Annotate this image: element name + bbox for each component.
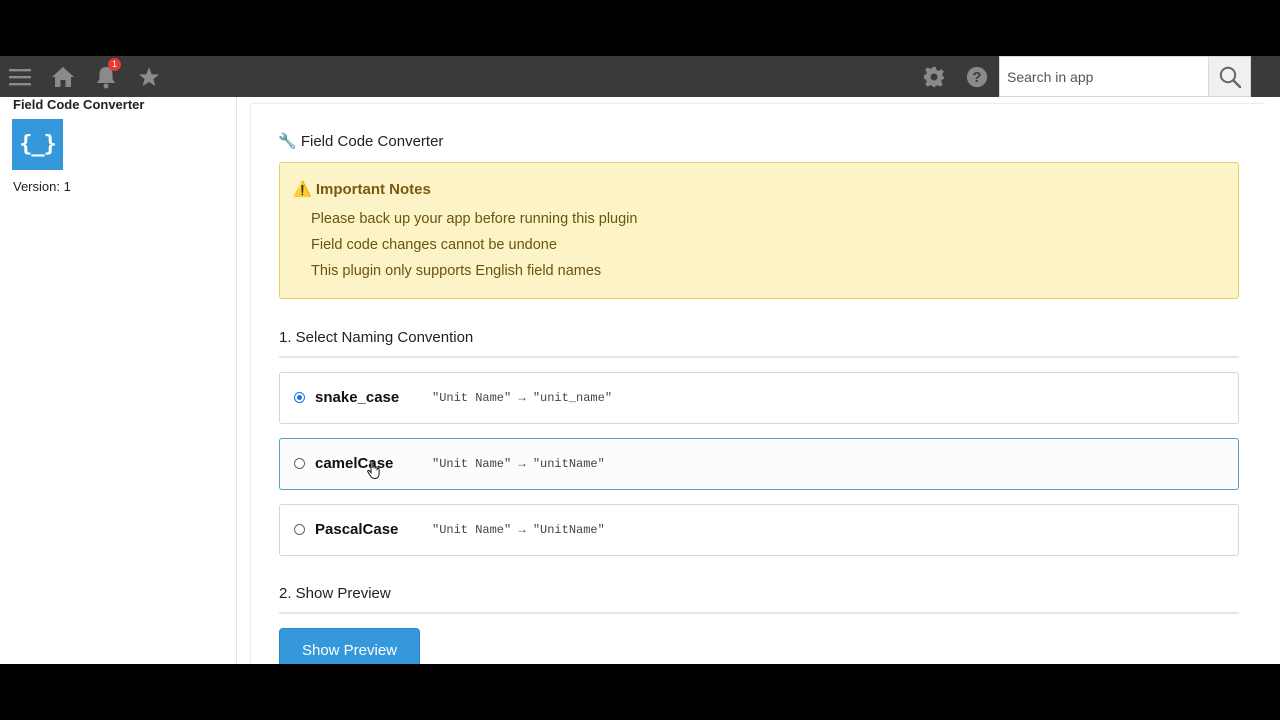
search-button[interactable] — [1209, 56, 1251, 97]
notes-item: This plugin only supports English field … — [311, 263, 602, 279]
radio-camel-case[interactable] — [294, 458, 305, 469]
plugin-logo-icon: {_} — [12, 119, 63, 170]
radio-snake-case[interactable] — [294, 392, 305, 403]
option-camel-case[interactable]: camelCase "Unit Name" → "unitName" — [279, 438, 1239, 490]
plugin-version: Version: 1 — [13, 179, 71, 194]
search-input[interactable] — [1000, 67, 1204, 86]
option-example: "Unit Name" → "UnitName" — [432, 523, 605, 537]
option-example: "Unit Name" → "unit_name" — [432, 391, 613, 405]
option-pascal-case[interactable]: PascalCase "Unit Name" → "UnitName" — [279, 504, 1239, 556]
section-divider — [279, 612, 1239, 614]
search-icon — [1219, 66, 1241, 88]
section-heading-preview: 2. Show Preview — [279, 585, 391, 602]
notes-item: Please back up your app before running t… — [311, 211, 638, 227]
letterbox-bottom — [0, 664, 1280, 720]
letterbox-top — [0, 0, 1280, 56]
home-icon[interactable] — [50, 56, 76, 97]
notifications-icon[interactable]: 1 — [94, 56, 121, 97]
menu-icon[interactable] — [6, 56, 34, 97]
radio-pascal-case[interactable] — [294, 524, 305, 535]
svg-text:?: ? — [973, 70, 982, 86]
plugin-sidebar: Field Code Converter {_} Version: 1 — [0, 97, 237, 664]
favorites-star-icon[interactable] — [137, 56, 161, 97]
settings-gear-icon[interactable] — [922, 56, 946, 97]
page-content: Field Code Converter {_} Version: 1 🔧 Fi… — [0, 97, 1280, 664]
hand-cursor-icon — [367, 460, 380, 480]
search-box — [999, 56, 1209, 97]
option-example: "Unit Name" → "unitName" — [432, 457, 605, 471]
notification-count-badge: 1 — [108, 58, 121, 71]
show-preview-button[interactable]: Show Preview — [279, 628, 420, 664]
notes-item: Field code changes cannot be undone — [311, 237, 557, 253]
help-icon[interactable]: ? — [965, 56, 989, 97]
plugin-name: Field Code Converter — [13, 97, 145, 112]
section-heading-naming-convention: 1. Select Naming Convention — [279, 329, 474, 346]
section-divider — [279, 356, 1239, 358]
option-label: PascalCase — [315, 521, 399, 538]
notes-title: ⚠️ Important Notes — [293, 181, 431, 198]
option-snake-case[interactable]: snake_case "Unit Name" → "unit_name" — [279, 372, 1239, 424]
page-title: 🔧 Field Code Converter — [278, 133, 444, 150]
option-label: snake_case — [315, 389, 400, 406]
important-notes-box: ⚠️ Important Notes Please back up your a… — [279, 162, 1239, 299]
